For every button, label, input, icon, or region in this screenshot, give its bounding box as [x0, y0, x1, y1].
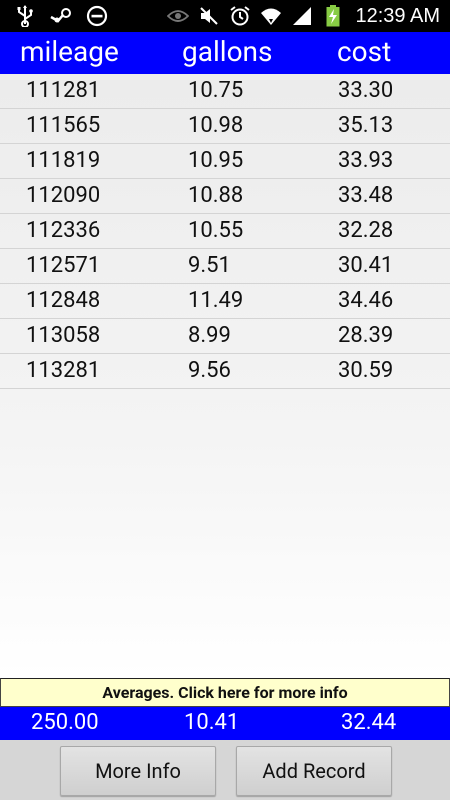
cell-mileage: 112090 [26, 183, 101, 208]
cell-mileage: 112848 [26, 288, 101, 313]
table-header: mileage gallons cost [0, 32, 450, 74]
mute-icon [198, 5, 220, 27]
table-row[interactable]: 111281 10.75 33.30 [0, 74, 450, 109]
cell-cost: 28.39 [338, 323, 394, 348]
table-row[interactable]: 111565 10.98 35.13 [0, 109, 450, 144]
cell-mileage: 112336 [26, 218, 101, 243]
wifi-icon [260, 5, 282, 27]
cell-cost: 30.41 [338, 253, 394, 278]
status-bar: 12:39 AM [0, 0, 450, 32]
cell-mileage: 113058 [26, 323, 101, 348]
table-row[interactable]: 113281 9.56 30.59 [0, 354, 450, 389]
eye-icon [167, 5, 190, 27]
cell-gallons: 10.98 [188, 113, 244, 138]
cell-gallons: 9.56 [188, 358, 231, 383]
cell-gallons: 10.55 [188, 218, 244, 243]
signal-icon [291, 5, 313, 27]
table-row[interactable]: 112848 11.49 34.46 [0, 284, 450, 319]
records-list[interactable]: 111281 10.75 33.30 111565 10.98 35.13 11… [0, 74, 450, 677]
cell-gallons: 10.75 [188, 78, 244, 103]
table-row[interactable]: 112090 10.88 33.48 [0, 179, 450, 214]
average-mileage: 250.00 [31, 710, 99, 735]
bottom-button-bar: More Info Add Record [0, 740, 450, 800]
cell-cost: 33.30 [338, 78, 394, 103]
cell-gallons: 10.95 [188, 148, 244, 173]
cell-mileage: 112571 [26, 253, 101, 278]
cell-gallons: 9.51 [188, 253, 231, 278]
table-row[interactable]: 113058 8.99 28.39 [0, 319, 450, 354]
battery-charging-icon [322, 5, 344, 27]
table-row[interactable]: 112336 10.55 32.28 [0, 214, 450, 249]
averages-info-link[interactable]: Averages. Click here for more info [0, 678, 450, 707]
cell-cost: 30.59 [338, 358, 394, 383]
cell-cost: 32.28 [338, 218, 394, 243]
header-gallons: gallons [182, 35, 273, 68]
cell-mileage: 111819 [26, 148, 101, 173]
cell-gallons: 10.88 [188, 183, 244, 208]
usb-icon [14, 5, 36, 27]
header-cost: cost [337, 35, 392, 68]
status-right-icons: 12:39 AM [167, 5, 450, 28]
cell-mileage: 113281 [26, 358, 101, 383]
do-not-disturb-icon [86, 5, 108, 27]
table-row[interactable]: 112571 9.51 30.41 [0, 249, 450, 284]
average-cost: 32.44 [341, 710, 397, 735]
cell-mileage: 111565 [26, 113, 101, 138]
status-left-icons [0, 5, 108, 27]
cell-gallons: 11.49 [188, 288, 244, 313]
more-info-button[interactable]: More Info [60, 746, 216, 796]
averages-row[interactable]: 250.00 10.41 32.44 [0, 707, 450, 740]
steam-icon [50, 5, 72, 27]
cell-mileage: 111281 [26, 78, 101, 103]
cell-cost: 34.46 [338, 288, 394, 313]
average-gallons: 10.41 [184, 710, 240, 735]
table-row[interactable]: 111819 10.95 33.93 [0, 144, 450, 179]
add-record-button[interactable]: Add Record [236, 746, 392, 796]
cell-cost: 35.13 [338, 113, 394, 138]
status-time: 12:39 AM [355, 4, 440, 27]
cell-cost: 33.93 [338, 148, 394, 173]
cell-gallons: 8.99 [188, 323, 231, 348]
header-mileage: mileage [20, 35, 119, 68]
alarm-icon [229, 5, 251, 27]
cell-cost: 33.48 [338, 183, 394, 208]
